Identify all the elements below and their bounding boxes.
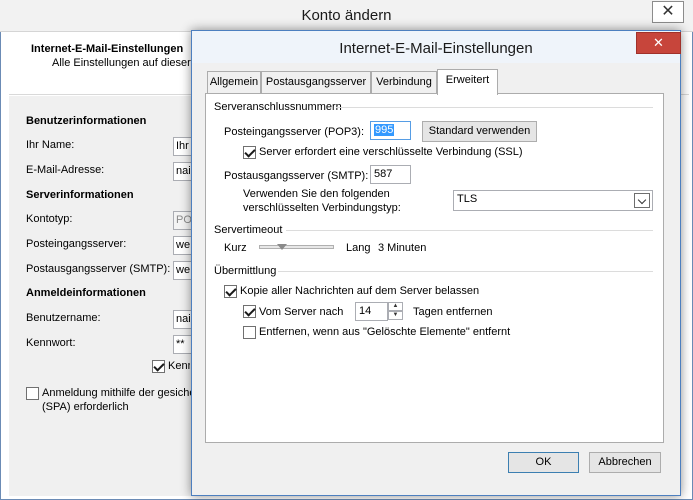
account-type-label: Kontotyp: [26,213,73,225]
use-default-button[interactable]: Standard verwenden [422,121,537,142]
timeout-long-label: Lang [346,242,371,254]
encryption-type-value: TLS [457,193,478,205]
timeout-slider-track[interactable] [259,245,334,249]
remove-after-label: Vom Server nach [259,306,344,318]
remove-deleted-label: Entfernen, wenn aus "Gelöschte Elemente"… [259,326,511,338]
email-input[interactable]: nai [173,162,193,181]
pop3-port-value: 995 [374,124,395,136]
pop3-label: Posteingangsserver (POP3): [224,126,365,138]
ssl-checkbox[interactable] [243,146,256,159]
incoming-server-label: Posteingangsserver: [26,238,127,250]
encryption-type-select[interactable]: TLS [453,190,653,211]
incoming-server-input[interactable]: we [173,236,193,255]
username-input[interactable]: nai [173,310,193,329]
section-login-info: Anmeldeinformationen [26,287,146,299]
account-type-field: PO [173,211,193,230]
email-label: E-Mail-Adresse: [26,164,105,176]
timeout-group-label: Servertimeout [214,224,283,236]
server-ports-divider [336,107,653,108]
days-input[interactable]: 14 [355,302,388,321]
chevron-down-icon[interactable] [634,193,650,208]
dialog-close-icon[interactable] [636,32,681,54]
tab-verbindung[interactable]: Verbindung [371,71,437,93]
section-user-info: Benutzerinformationen [26,115,147,127]
password-label: Kennwort: [26,337,76,349]
outgoing-server-input[interactable]: we [173,261,193,280]
days-spinner[interactable]: ▲ ▼ [388,302,403,321]
account-change-title: Konto ändern [301,7,392,24]
internet-email-settings-dialog: Internet-E-Mail-Einstellungen Allgemein … [191,30,681,496]
name-label: Ihr Name: [26,139,75,151]
pop3-port-input[interactable]: 995 [370,121,411,140]
password-input[interactable]: ** [173,335,193,354]
spa-label-line1: Anmeldung mithilfe der gesiche [42,387,192,399]
spa-checkbox[interactable] [26,387,39,400]
timeout-divider [286,230,653,231]
remove-after-checkbox[interactable] [243,305,256,318]
dialog-title: Internet-E-Mail-Einstellungen [339,40,533,57]
encryption-label-line1: Verwenden Sie den folgenden [243,188,390,200]
spa-label-line2: (SPA) erforderlich [42,401,129,413]
remember-password-checkbox[interactable] [152,360,165,373]
ssl-label: Server erfordert eine verschlüsselte Ver… [259,146,523,158]
tab-postausgangsserver[interactable]: Postausgangsserver [261,71,371,93]
days-suffix-label: Tagen entfernen [413,306,493,318]
keep-copy-checkbox[interactable] [224,285,237,298]
keep-copy-label: Kopie aller Nachrichten auf dem Server b… [240,285,480,297]
delivery-group-label: Übermittlung [214,265,277,277]
timeout-short-label: Kurz [224,242,247,254]
timeout-slider-thumb[interactable] [276,244,287,250]
smtp-port-input[interactable]: 587 [370,165,411,184]
encryption-label-line2: verschlüsselten Verbindungstyp: [243,202,401,214]
smtp-label: Postausgangsserver (SMTP): [224,170,369,182]
timeout-value: 3 Minuten [378,242,427,254]
spin-down-icon[interactable]: ▼ [388,311,403,320]
remove-deleted-checkbox[interactable] [243,326,256,339]
remember-password-label: Kenn [168,360,190,372]
tab-erweitert[interactable]: Erweitert [437,69,498,95]
server-ports-group-label: Serveranschlussnummern [214,101,342,113]
ok-button[interactable]: OK [508,452,579,473]
username-label: Benutzername: [26,312,101,324]
delivery-divider [278,271,653,272]
tab-allgemein[interactable]: Allgemein [207,71,261,93]
spin-up-icon[interactable]: ▲ [388,302,403,311]
outgoing-server-label: Postausgangsserver (SMTP): [26,263,171,275]
cancel-button[interactable]: Abbrechen [589,452,661,473]
section-server-info: Serverinformationen [26,189,134,201]
account-settings-subheading: Alle Einstellungen auf dieser [52,57,191,69]
tab-panel-erweitert: Serveranschlussnummern Posteingangsserve… [205,93,664,443]
account-settings-heading: Internet-E-Mail-Einstellungen [31,43,184,55]
name-input[interactable]: Ihr [173,137,193,156]
account-change-close-button[interactable]: ✕ [652,1,684,23]
